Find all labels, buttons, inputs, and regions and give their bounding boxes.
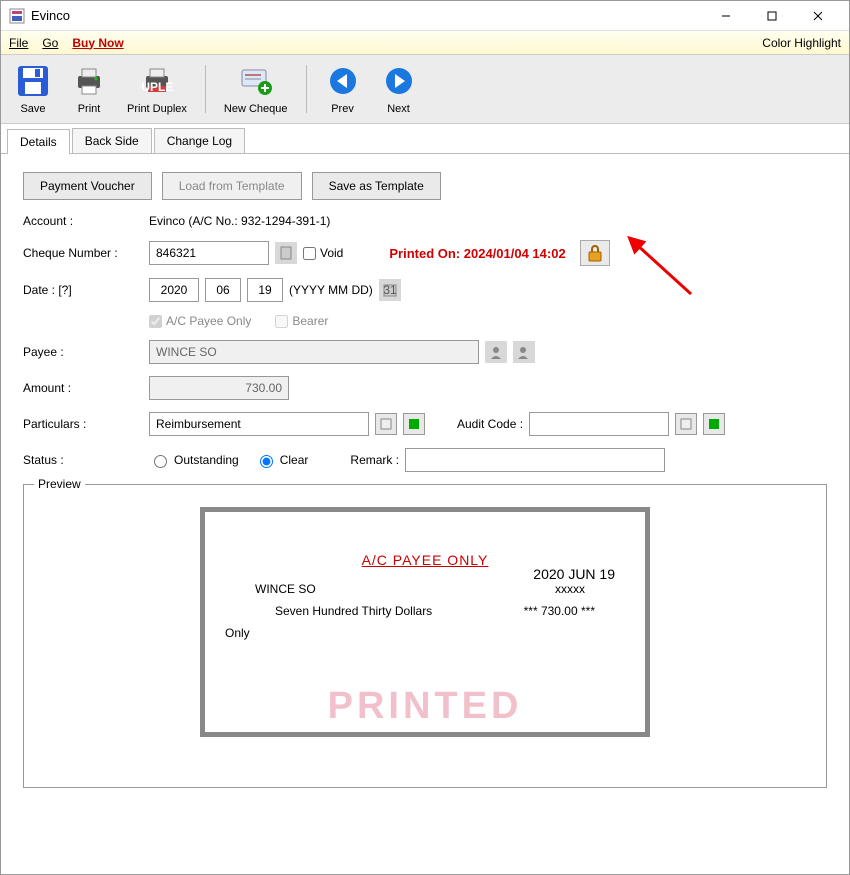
tab-strip: Details Back Side Change Log xyxy=(1,124,849,154)
menu-buy-now[interactable]: Buy Now xyxy=(72,36,123,50)
titlebar: Evinco xyxy=(1,1,849,31)
tab-details[interactable]: Details xyxy=(7,129,70,154)
audit-code-input[interactable] xyxy=(529,412,669,436)
print-duplex-button[interactable]: DUPLEX Print Duplex xyxy=(123,61,191,117)
account-label: Account : xyxy=(23,214,143,228)
color-highlight-label[interactable]: Color Highlight xyxy=(762,36,841,50)
new-cheque-button[interactable]: New Cheque xyxy=(220,61,292,117)
payee-input[interactable] xyxy=(149,340,479,364)
load-template-button[interactable]: Load from Template xyxy=(162,172,302,200)
void-checkbox[interactable]: Void xyxy=(303,246,343,260)
svg-text:31: 31 xyxy=(383,283,397,297)
save-button[interactable]: Save xyxy=(11,61,55,117)
audit-code-add-button[interactable] xyxy=(703,413,725,435)
menu-go[interactable]: Go xyxy=(42,36,58,50)
date-day-input[interactable] xyxy=(247,278,283,302)
preview-legend: Preview xyxy=(34,477,85,491)
particulars-pick-button[interactable] xyxy=(375,413,397,435)
print-button[interactable]: Print xyxy=(67,61,111,117)
next-icon xyxy=(381,63,417,99)
minimize-button[interactable] xyxy=(703,1,749,31)
window-controls xyxy=(703,1,841,31)
status-outstanding-radio[interactable]: Outstanding xyxy=(149,452,239,468)
date-month-input[interactable] xyxy=(205,278,241,302)
amount-label: Amount : xyxy=(23,381,143,395)
next-button[interactable]: Next xyxy=(377,61,421,117)
bearer-checkbox[interactable]: Bearer xyxy=(275,314,328,328)
payee-add-button[interactable] xyxy=(513,341,535,363)
particulars-add-button[interactable] xyxy=(403,413,425,435)
account-value: Evinco (A/C No.: 932-1294-391-1) xyxy=(149,214,330,228)
save-icon xyxy=(15,63,51,99)
status-label: Status : xyxy=(23,453,143,467)
lock-icon xyxy=(587,244,603,262)
print-icon xyxy=(71,63,107,99)
date-format-hint: (YYYY MM DD) xyxy=(289,283,373,297)
lock-button[interactable] xyxy=(580,240,610,266)
cheque-preview: A/C PAYEE ONLY 2020 JUN 19 WINCE SO xxxx… xyxy=(200,507,650,737)
remark-input[interactable] xyxy=(405,448,665,472)
menubar: File Go Buy Now Color Highlight xyxy=(1,31,849,55)
prev-icon xyxy=(325,63,361,99)
toolbar: Save Print DUPLEX Print Duplex New Chequ… xyxy=(1,55,849,124)
tab-change-log[interactable]: Change Log xyxy=(154,128,245,153)
remark-label: Remark : xyxy=(350,453,399,467)
cheque-number-input[interactable] xyxy=(149,241,269,265)
app-window: Evinco File Go Buy Now Color Highlight S… xyxy=(0,0,850,875)
date-year-input[interactable] xyxy=(149,278,199,302)
preview-amount-words: Seven Hundred Thirty Dollars xyxy=(275,604,524,618)
new-cheque-icon xyxy=(238,63,274,99)
maximize-button[interactable] xyxy=(749,1,795,31)
preview-xxxxx: xxxxx xyxy=(555,582,585,596)
cheque-number-label: Cheque Number : xyxy=(23,246,143,260)
amount-input[interactable] xyxy=(149,376,289,400)
audit-code-pick-button[interactable] xyxy=(675,413,697,435)
person-add-icon xyxy=(517,345,531,359)
app-icon xyxy=(9,8,25,24)
cheque-number-pick-button[interactable] xyxy=(275,242,297,264)
ac-payee-only-checkbox[interactable]: A/C Payee Only xyxy=(149,314,251,328)
particulars-label: Particulars : xyxy=(23,417,143,431)
person-icon xyxy=(489,345,503,359)
preview-printed-watermark: PRINTED xyxy=(205,685,645,728)
svg-text:DUPLEX: DUPLEX xyxy=(140,80,174,94)
payee-lookup-button[interactable] xyxy=(485,341,507,363)
details-panel: Payment Voucher Load from Template Save … xyxy=(1,154,849,874)
particulars-input[interactable] xyxy=(149,412,369,436)
status-clear-radio[interactable]: Clear xyxy=(255,452,309,468)
preview-only: Only xyxy=(225,626,625,640)
window-title: Evinco xyxy=(31,8,703,23)
preview-fieldset: Preview A/C PAYEE ONLY 2020 JUN 19 WINCE… xyxy=(23,484,827,788)
preview-payee: WINCE SO xyxy=(255,582,555,596)
preview-amount: *** 730.00 *** xyxy=(524,604,595,618)
date-picker-button[interactable]: 31 xyxy=(379,279,401,301)
print-duplex-icon: DUPLEX xyxy=(139,63,175,99)
tab-back-side[interactable]: Back Side xyxy=(72,128,152,153)
payee-label: Payee : xyxy=(23,345,143,359)
payment-voucher-button[interactable]: Payment Voucher xyxy=(23,172,152,200)
printed-on-label: Printed On: 2024/01/04 14:02 xyxy=(389,246,565,261)
audit-code-label: Audit Code : xyxy=(457,417,523,431)
menu-file[interactable]: File xyxy=(9,36,28,50)
save-template-button[interactable]: Save as Template xyxy=(312,172,441,200)
date-label: Date : [?] xyxy=(23,283,143,297)
prev-button[interactable]: Prev xyxy=(321,61,365,117)
close-button[interactable] xyxy=(795,1,841,31)
preview-date: 2020 JUN 19 xyxy=(533,566,615,582)
